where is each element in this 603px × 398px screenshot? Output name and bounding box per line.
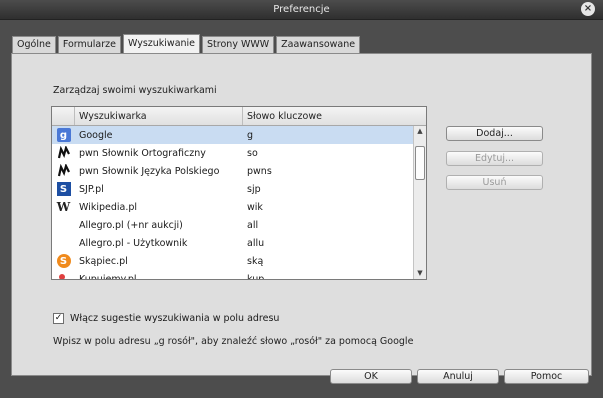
engine-row[interactable]: Kupujemy.pl kup <box>52 270 413 280</box>
list-scrollbar[interactable]: ▲ ▼ <box>413 126 426 279</box>
engine-rows: g Google g pwn Słownik Ortograficzny so pwn S… <box>52 126 413 280</box>
add-button[interactable]: Dodaj... <box>446 126 543 141</box>
help-button[interactable]: Pomoc <box>504 369 589 384</box>
wikipedia-icon: W <box>56 200 71 214</box>
engine-keyword: so <box>247 147 258 159</box>
engine-row[interactable]: Allegro.pl (+nr aukcji) all <box>52 216 413 234</box>
close-icon[interactable]: × <box>581 2 595 16</box>
engine-name: Allegro.pl (+nr aukcji) <box>79 219 183 231</box>
empty-icon-cell <box>52 234 75 252</box>
suggestions-checkbox[interactable]: ✓ <box>53 313 64 324</box>
engine-keyword: pwns <box>247 165 272 177</box>
tab-search[interactable]: Wyszukiwanie <box>122 34 201 53</box>
keyword-hint: Wpisz w polu adresu „g rosół", aby znale… <box>53 336 414 347</box>
remove-button[interactable]: Usuń <box>446 175 543 190</box>
engine-name: SJP.pl <box>79 183 104 195</box>
section-title: Zarządzaj swoimi wyszukiwarkami <box>53 85 217 96</box>
engine-row[interactable]: pwn Słownik Języka Polskiego pwns <box>52 162 413 180</box>
edit-button[interactable]: Edytuj... <box>446 151 543 166</box>
engine-keyword: g <box>247 129 254 141</box>
empty-icon-cell <box>52 216 75 234</box>
tab-general[interactable]: Ogólne <box>12 36 56 53</box>
engine-row[interactable]: Allegro.pl - Użytkownik allu <box>52 234 413 252</box>
keyword-column-header[interactable]: Słowo kluczowe <box>243 107 413 125</box>
scrollbar-thumb[interactable] <box>415 146 425 180</box>
engine-name: Google <box>79 129 113 141</box>
suggestions-label: Włącz sugestie wyszukiwania w polu adres… <box>70 313 280 324</box>
engine-name: Kupujemy.pl <box>79 273 137 280</box>
suggestions-option[interactable]: ✓ Włącz sugestie wyszukiwania w polu adr… <box>53 313 279 324</box>
cancel-button[interactable]: Anuluj <box>417 369 499 384</box>
ok-button[interactable]: OK <box>330 369 412 384</box>
engine-name: pwn Słownik Języka Polskiego <box>79 165 220 177</box>
kupujemy-icon <box>52 270 75 279</box>
engine-keyword: allu <box>247 237 265 249</box>
engine-keyword: wik <box>247 201 263 213</box>
engine-name: Wikipedia.pl <box>79 201 138 213</box>
scroll-down-icon[interactable]: ▼ <box>414 268 426 279</box>
pwn-icon <box>52 144 75 162</box>
engine-row[interactable]: S Skąpiec.pl ską <box>52 252 413 270</box>
engine-row[interactable]: pwn Słownik Ortograficzny so <box>52 144 413 162</box>
icon-column-header[interactable] <box>52 107 75 125</box>
pwn-icon <box>52 162 75 180</box>
engine-row[interactable]: g Google g <box>52 126 413 144</box>
list-header: Wyszukiwarka Słowo kluczowe <box>52 107 426 126</box>
tab-websites[interactable]: Strony WWW <box>202 36 275 53</box>
title-bar: Preferencje × <box>0 0 603 20</box>
google-icon: g <box>52 126 75 144</box>
sjp-icon: S <box>52 180 75 198</box>
engine-keyword: sjp <box>247 183 261 195</box>
tab-forms[interactable]: Formularze <box>57 36 121 53</box>
engine-keyword: ską <box>247 255 264 267</box>
search-panel: Zarządzaj swoimi wyszukiwarkami Wyszukiw… <box>11 53 592 376</box>
scroll-up-icon[interactable]: ▲ <box>414 126 426 137</box>
preferences-window: Ogólne Formularze Wyszukiwanie Strony WW… <box>0 20 603 398</box>
engine-name: pwn Słownik Ortograficzny <box>79 147 206 159</box>
engine-name: Allegro.pl - Użytkownik <box>79 237 188 249</box>
engine-keyword: all <box>247 219 259 231</box>
engine-keyword: kup <box>247 273 265 280</box>
search-engine-list[interactable]: Wyszukiwarka Słowo kluczowe g Google g pwn … <box>51 106 427 280</box>
skapiec-icon: S <box>52 252 75 270</box>
engine-row[interactable]: W Wikipedia.pl wik <box>52 198 413 216</box>
engine-name: Skąpiec.pl <box>79 255 128 267</box>
window-title: Preferencje <box>273 4 330 15</box>
name-column-header[interactable]: Wyszukiwarka <box>75 107 243 125</box>
engine-row[interactable]: S SJP.pl sjp <box>52 180 413 198</box>
tab-bar: Ogólne Formularze Wyszukiwanie Strony WW… <box>12 34 362 53</box>
tab-advanced[interactable]: Zaawansowane <box>276 36 361 53</box>
